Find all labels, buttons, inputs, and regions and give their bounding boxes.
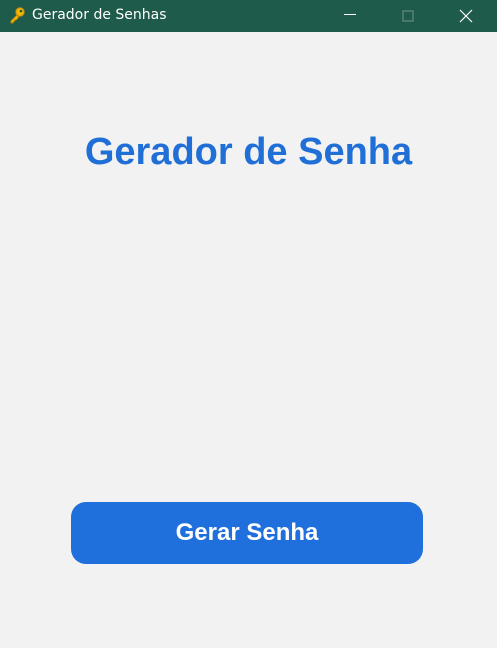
maximize-icon [402, 10, 414, 22]
key-icon [8, 6, 26, 24]
title-bar[interactable]: Gerador de Senhas [0, 0, 497, 32]
window-title: Gerador de Senhas [32, 7, 167, 23]
close-button[interactable] [437, 0, 495, 32]
minimize-icon [344, 14, 356, 15]
close-icon [459, 9, 473, 23]
app-window: Gerador de Senhas Gerador de Senha Gerar… [0, 0, 497, 648]
maximize-button[interactable] [379, 0, 437, 32]
page-title: Gerador de Senha [84, 131, 413, 173]
minimize-button[interactable] [321, 0, 379, 32]
main-content: Gerador de Senha Gerar Senha [0, 32, 497, 648]
generate-password-button[interactable]: Gerar Senha [71, 502, 423, 564]
